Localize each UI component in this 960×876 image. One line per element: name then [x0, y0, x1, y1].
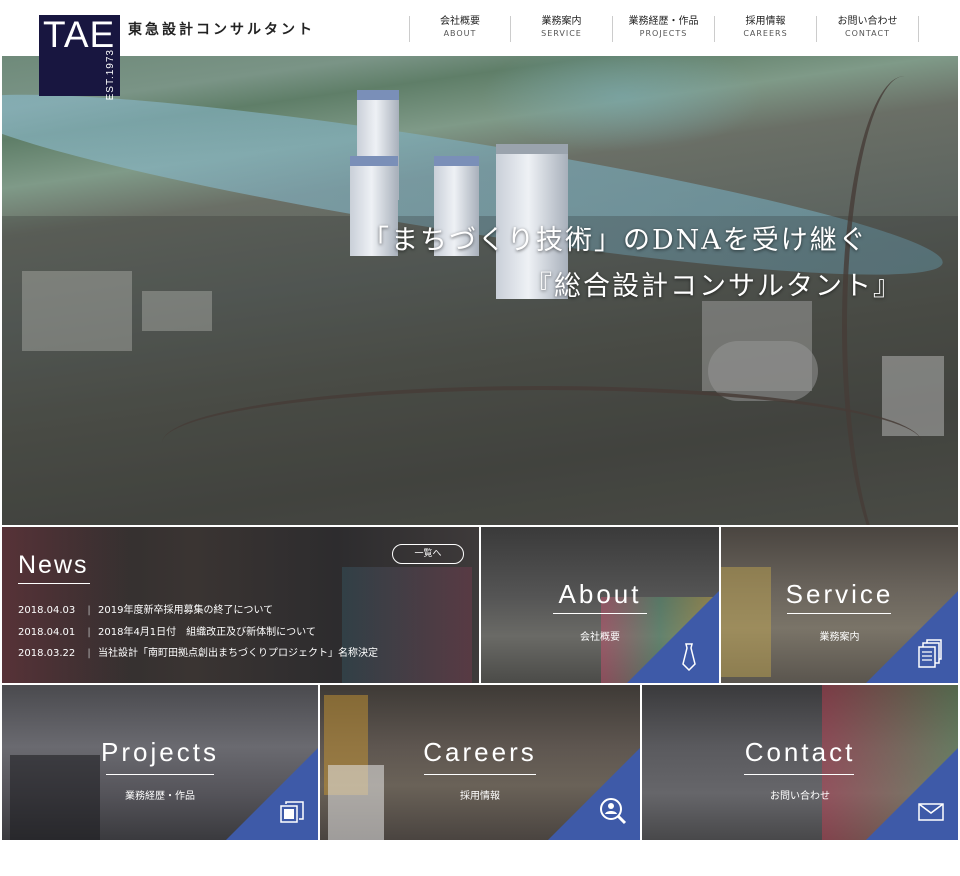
news-separator: |: [87, 627, 91, 638]
news-item[interactable]: 2018.03.22 | 当社設計「南町田拠点創出まちづくりプロジェクト」名称決定: [18, 644, 378, 659]
projects-tile[interactable]: Projects 業務経歴・作品: [2, 685, 318, 840]
nav-label-en: CONTACT: [845, 29, 890, 38]
news-date: 2018.04.03: [18, 605, 76, 616]
logo[interactable]: TAE EST.1973: [39, 14, 120, 100]
site-header: TAE EST.1973 東急設計コンサルタント 会社概要 ABOUT 業務案内…: [0, 0, 960, 100]
careers-rule: [424, 774, 536, 775]
careers-corner: [548, 748, 640, 840]
news-separator: |: [87, 605, 91, 616]
nav-label-en: CAREERS: [743, 29, 788, 38]
service-corner: [866, 591, 958, 683]
projects-corner: [226, 748, 318, 840]
building-block: [142, 291, 212, 331]
nav-service[interactable]: 業務案内 SERVICE: [511, 16, 613, 42]
hero-copy-line2: 『総合設計コンサルタント』: [525, 271, 902, 302]
nav-contact[interactable]: お問い合わせ CONTACT: [817, 16, 919, 42]
nav-label-jp: 業務経歴・作品: [628, 16, 699, 27]
news-separator: |: [87, 648, 91, 659]
hero-aerial-photo: 「まちづくり技術」のDNAを受け継ぐ 『総合設計コンサルタント』: [2, 56, 958, 525]
news-bg-accent: [342, 567, 472, 683]
nav-about[interactable]: 会社概要 ABOUT: [409, 16, 511, 42]
news-date: 2018.03.22: [18, 648, 76, 659]
news-text: 2018年4月1日付 組織改正及び新体制について: [98, 627, 316, 638]
mail-icon: [918, 803, 944, 821]
railway-line: [162, 386, 922, 500]
logo-est: EST.1973: [105, 49, 116, 101]
nav-label-jp: 採用情報: [745, 16, 786, 27]
news-title-rule: [18, 583, 90, 584]
news-date: 2018.04.01: [18, 627, 76, 638]
service-tile[interactable]: Service 業務案内: [721, 527, 958, 683]
nav-label-jp: お問い合わせ: [837, 16, 898, 27]
careers-tile[interactable]: Careers 採用情報: [320, 685, 640, 840]
stadium-block: [708, 341, 818, 401]
careers-bg-poster: [328, 765, 384, 840]
nav-label-jp: 業務案内: [541, 16, 582, 27]
nav-label-en: SERVICE: [541, 29, 582, 38]
contact-corner: [866, 748, 958, 840]
nav-projects[interactable]: 業務経歴・作品 PROJECTS: [613, 16, 715, 42]
news-text: 2019年度新卒採用募集の終了について: [98, 605, 274, 616]
news-item[interactable]: 2018.04.03 | 2019年度新卒採用募集の終了について: [18, 601, 273, 616]
nav-careers[interactable]: 採用情報 CAREERS: [715, 16, 817, 42]
hero-copy-line1: 「まちづくり技術」のDNAを受け継ぐ: [362, 225, 868, 256]
news-text: 当社設計「南町田拠点創出まちづくりプロジェクト」名称決定: [98, 648, 378, 659]
news-item[interactable]: 2018.04.01 | 2018年4月1日付 組織改正及び新体制について: [18, 623, 316, 638]
about-corner: [627, 591, 719, 683]
documents-icon: [918, 639, 942, 668]
building-block: [22, 271, 132, 351]
contact-tile[interactable]: Contact お問い合わせ: [642, 685, 958, 840]
contact-rule: [744, 774, 854, 775]
news-panel: News 一覧へ 2018.04.03 | 2019年度新卒採用募集の終了について …: [2, 527, 479, 683]
photos-icon: [280, 801, 304, 823]
main-nav: 会社概要 ABOUT 業務案内 SERVICE 業務経歴・作品 PROJECTS…: [409, 16, 919, 42]
nav-label-en: ABOUT: [443, 29, 477, 38]
about-tile[interactable]: About 会社概要: [481, 527, 719, 683]
company-name[interactable]: 東急設計コンサルタント: [128, 19, 315, 39]
search-person-icon: [600, 798, 627, 825]
news-title: News: [18, 551, 89, 579]
tie-icon: [682, 643, 696, 671]
projects-rule: [106, 774, 214, 775]
news-more-button[interactable]: 一覧へ: [392, 544, 464, 564]
nav-label-jp: 会社概要: [440, 16, 480, 27]
nav-label-en: PROJECTS: [639, 29, 688, 38]
